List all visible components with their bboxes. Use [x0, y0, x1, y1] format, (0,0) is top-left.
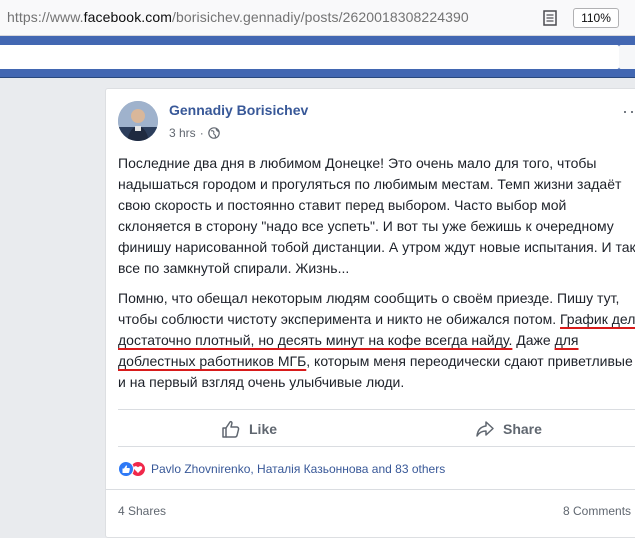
url-prefix: https://www. [7, 9, 84, 25]
post-meta: 3 hrs · [169, 126, 220, 140]
reactions-row[interactable]: Pavlo Zhovnirenko, Наталія Казьоннова an… [118, 461, 445, 477]
browser-url-bar[interactable]: https://www.facebook.com/borisichev.genn… [0, 0, 635, 36]
post-time[interactable]: 3 hrs [169, 126, 196, 140]
url-text[interactable]: https://www.facebook.com/borisichev.genn… [7, 9, 469, 25]
url-host: facebook.com [83, 9, 173, 25]
search-input[interactable] [0, 45, 619, 69]
post-body: Последние два дня в любимом Донецке! Это… [118, 153, 635, 402]
post-actions: Like Share [118, 409, 635, 447]
share-label: Share [503, 421, 542, 437]
like-button[interactable]: Like [221, 410, 277, 448]
share-button[interactable]: Share [475, 410, 542, 448]
shares-count[interactable]: 4 Shares [118, 504, 166, 518]
paragraph2-text-b: Даже [516, 332, 551, 348]
globe-icon [207, 127, 220, 139]
post-author[interactable]: Gennadiy Borisichev [169, 102, 308, 118]
post-paragraph-1: Последние два дня в любимом Донецке! Это… [118, 155, 635, 276]
reaction-like-icon [118, 461, 134, 477]
reactors-text[interactable]: Pavlo Zhovnirenko, Наталія Казьоннова an… [151, 462, 445, 476]
like-thumb-icon [222, 420, 240, 438]
url-path: /borisichev.gennadiy/posts/2620018308224… [172, 9, 469, 25]
paragraph2-text-a: Помню, что обещал некоторым людям сообщи… [118, 290, 620, 327]
comments-count[interactable]: 8 Comments [563, 504, 631, 518]
post-paragraph-2: Помню, что обещал некоторым людям сообщи… [118, 288, 635, 393]
post-card: Gennadiy Borisichev 3 hrs · ··· Последни… [105, 88, 635, 538]
more-options-icon[interactable]: ··· [622, 101, 635, 122]
reader-view-icon[interactable] [543, 10, 557, 26]
search-button[interactable] [619, 45, 635, 69]
zoom-level-button[interactable]: 110% [573, 8, 619, 28]
meta-separator: · [199, 126, 204, 140]
divider [106, 489, 635, 490]
avatar[interactable] [118, 101, 158, 141]
avatar-image [118, 101, 158, 141]
share-arrow-icon [476, 421, 494, 437]
like-label: Like [249, 421, 278, 437]
facebook-header [0, 36, 635, 78]
